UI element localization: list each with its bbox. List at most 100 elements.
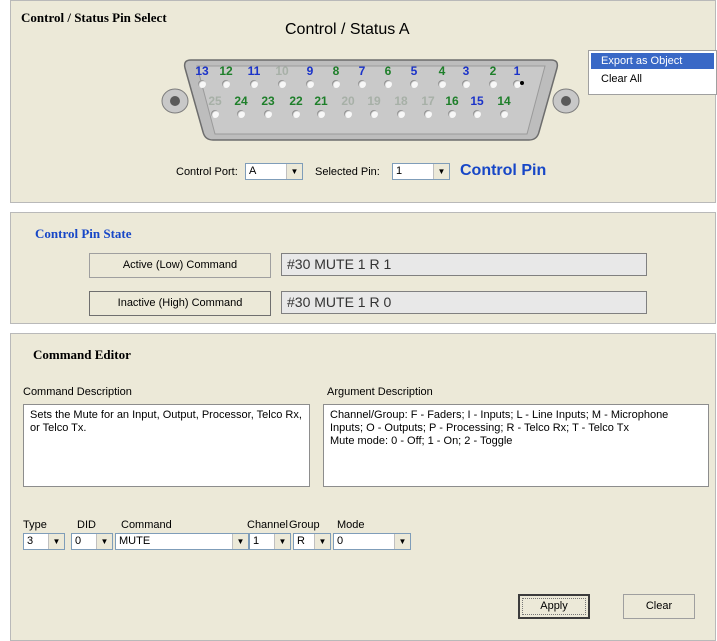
bottom-pin-17-hole[interactable] [424, 110, 432, 118]
bottom-pin-16-hole[interactable] [448, 110, 456, 118]
top-pin-11-label[interactable]: 11 [244, 64, 264, 78]
chevron-down-icon: ▼ [96, 534, 112, 549]
control-port-value: A [249, 165, 257, 177]
did-select[interactable]: 0 ▼ [71, 533, 113, 550]
chevron-down-icon: ▼ [48, 534, 64, 549]
selected-pin-indicator [520, 81, 524, 85]
group-label: Group [289, 519, 320, 531]
bottom-pin-18-label[interactable]: 18 [391, 94, 411, 108]
chevron-down-icon: ▼ [433, 164, 449, 179]
bottom-pin-18-hole[interactable] [397, 110, 405, 118]
command-select[interactable]: MUTE ▼ [115, 533, 249, 550]
top-pin-12-hole[interactable] [222, 80, 230, 88]
channel-label: Channel [247, 519, 288, 531]
selected-pin-select[interactable]: 1 ▼ [392, 163, 450, 180]
command-description-box[interactable]: Sets the Mute for an Input, Output, Proc… [23, 404, 310, 487]
bottom-pin-21-hole[interactable] [317, 110, 325, 118]
top-pin-1-label[interactable]: 1 [507, 64, 527, 78]
chevron-down-icon: ▼ [274, 534, 290, 549]
control-port-select[interactable]: A ▼ [245, 163, 303, 180]
bottom-pin-23-hole[interactable] [264, 110, 272, 118]
top-pin-5-hole[interactable] [410, 80, 418, 88]
argument-description-label: Argument Description [327, 386, 433, 398]
top-pin-2-label[interactable]: 2 [483, 64, 503, 78]
chevron-down-icon: ▼ [314, 534, 330, 549]
bottom-pin-17-label[interactable]: 17 [418, 94, 438, 108]
bottom-pin-24-label[interactable]: 24 [231, 94, 251, 108]
bottom-pin-19-hole[interactable] [370, 110, 378, 118]
pin-type-label: Control Pin [460, 162, 547, 179]
top-pin-6-label[interactable]: 6 [378, 64, 398, 78]
bottom-pin-25-label[interactable]: 25 [205, 94, 225, 108]
top-pin-7-label[interactable]: 7 [352, 64, 372, 78]
command-label: Command [121, 519, 172, 531]
top-pin-9-hole[interactable] [306, 80, 314, 88]
argument-description-line: Mute mode: 0 - Off; 1 - On; 2 - Toggle [330, 435, 513, 447]
top-pin-11-hole[interactable] [250, 80, 258, 88]
active-command-field[interactable]: #30 MUTE 1 R 1 [281, 253, 647, 276]
top-pin-5-label[interactable]: 5 [404, 64, 424, 78]
mode-select[interactable]: 0 ▼ [333, 533, 411, 550]
top-pin-4-label[interactable]: 4 [432, 64, 452, 78]
inactive-command-field[interactable]: #30 MUTE 1 R 0 [281, 291, 647, 314]
chevron-down-icon: ▼ [394, 534, 410, 549]
channel-value: 1 [253, 535, 260, 547]
bottom-pin-20-hole[interactable] [344, 110, 352, 118]
command-value: MUTE [119, 535, 151, 547]
argument-description-line: Channel/Group: F - Faders; I - Inputs; L… [330, 409, 669, 434]
bottom-pin-15-label[interactable]: 15 [467, 94, 487, 108]
selected-pin-label: Selected Pin: [315, 166, 380, 178]
top-pin-9-label[interactable]: 9 [300, 64, 320, 78]
top-pin-6-hole[interactable] [384, 80, 392, 88]
top-pin-7-hole[interactable] [358, 80, 366, 88]
pin-select-panel: Control / Status Pin Select Control / St… [10, 0, 716, 203]
channel-select[interactable]: 1 ▼ [249, 533, 291, 550]
chevron-down-icon: ▼ [232, 534, 248, 549]
bottom-pin-14-label[interactable]: 14 [494, 94, 514, 108]
bottom-pin-23-label[interactable]: 23 [258, 94, 278, 108]
menu-item-export-as-object[interactable]: Export as Object [591, 53, 714, 69]
active-command-button[interactable]: Active (Low) Command [89, 253, 271, 278]
bottom-pin-22-hole[interactable] [292, 110, 300, 118]
command-description-label: Command Description [23, 386, 132, 398]
top-pin-4-hole[interactable] [438, 80, 446, 88]
menu-item-clear-all[interactable]: Clear All [591, 71, 714, 87]
bottom-pin-15-hole[interactable] [473, 110, 481, 118]
top-pin-8-hole[interactable] [332, 80, 340, 88]
bottom-pin-16-label[interactable]: 16 [442, 94, 462, 108]
clear-button[interactable]: Clear [623, 594, 695, 619]
top-pin-3-hole[interactable] [462, 80, 470, 88]
bottom-pin-19-label[interactable]: 19 [364, 94, 384, 108]
chevron-down-icon: ▼ [286, 164, 302, 179]
top-pin-10-label[interactable]: 10 [272, 64, 292, 78]
type-value: 3 [27, 535, 34, 547]
command-editor-panel: Command Editor Command Description Sets … [10, 333, 716, 641]
bottom-pin-20-label[interactable]: 20 [338, 94, 358, 108]
mode-value: 0 [337, 535, 344, 547]
type-label: Type [23, 519, 47, 531]
pin-select-header: Control / Status Pin Select [21, 10, 167, 25]
bottom-pin-14-hole[interactable] [500, 110, 508, 118]
control-port-label: Control Port: [176, 166, 238, 178]
bottom-pin-24-hole[interactable] [237, 110, 245, 118]
top-pin-8-label[interactable]: 8 [326, 64, 346, 78]
command-editor-header: Command Editor [33, 347, 131, 362]
top-pin-13-label[interactable]: 13 [192, 64, 212, 78]
did-value: 0 [75, 535, 82, 547]
top-pin-10-hole[interactable] [278, 80, 286, 88]
did-label: DID [77, 519, 96, 531]
bottom-pin-22-label[interactable]: 22 [286, 94, 306, 108]
apply-button[interactable]: Apply [518, 594, 590, 619]
group-select[interactable]: R ▼ [293, 533, 331, 550]
bottom-pin-21-label[interactable]: 21 [311, 94, 331, 108]
top-pin-3-label[interactable]: 3 [456, 64, 476, 78]
inactive-command-button[interactable]: Inactive (High) Command [89, 291, 271, 316]
selected-pin-value: 1 [396, 165, 403, 177]
top-pin-2-hole[interactable] [489, 80, 497, 88]
top-pin-13-hole[interactable] [198, 80, 206, 88]
bottom-pin-25-hole[interactable] [211, 110, 219, 118]
top-pin-12-label[interactable]: 12 [216, 64, 236, 78]
connector-title: Control / Status A [285, 21, 410, 38]
type-select[interactable]: 3 ▼ [23, 533, 65, 550]
argument-description-box[interactable]: Channel/Group: F - Faders; I - Inputs; L… [323, 404, 709, 487]
